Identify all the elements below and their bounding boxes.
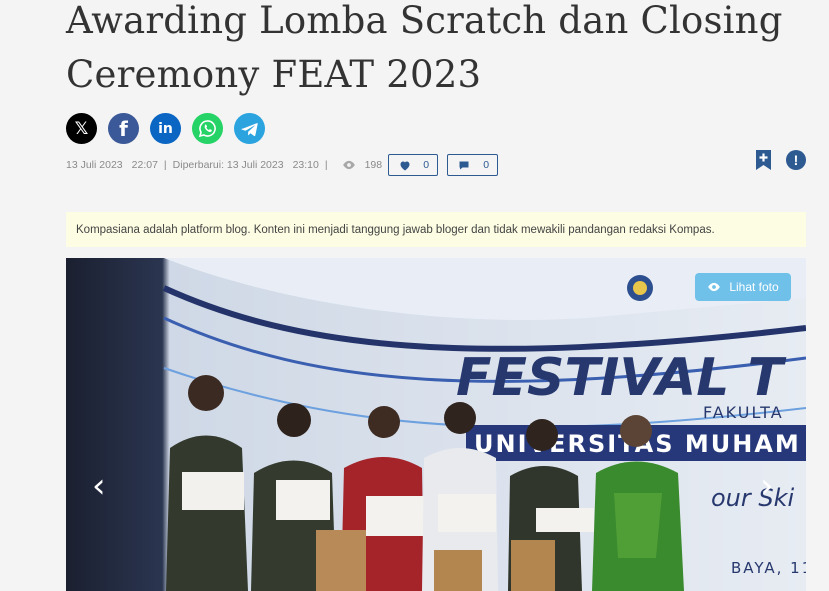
banner-tagline-text: our Ski	[711, 484, 795, 512]
article-meta: 13 Juli 2023 22:07 | Diperbarui: 13 Juli…	[66, 154, 499, 176]
linkedin-icon: in	[158, 120, 173, 137]
disclaimer-banner: Kompasiana adalah platform blog. Konten …	[66, 212, 806, 247]
share-linkedin-button[interactable]: in	[150, 113, 181, 144]
views-icon	[342, 160, 356, 170]
share-bar: 𝕏 f in	[66, 113, 265, 144]
article-title: Awarding Lomba Scratch dan Closing Cerem…	[66, 0, 783, 96]
share-facebook-button[interactable]: f	[108, 113, 139, 144]
heart-icon	[400, 161, 410, 170]
x-icon: 𝕏	[74, 118, 89, 139]
banner-city-text: BAYA, 11	[731, 559, 806, 577]
prev-photo-arrow[interactable]: ‹	[92, 466, 106, 506]
bookmark-add-icon	[756, 150, 771, 170]
share-telegram-button[interactable]	[234, 113, 265, 144]
telegram-icon	[240, 122, 258, 136]
view-photo-button[interactable]: Lihat foto	[695, 273, 791, 301]
event-photo-image: FESTIVAL T FAKULTA UNIVERSITAS MUHAM our…	[66, 258, 806, 591]
like-button[interactable]: 0	[388, 154, 439, 176]
comment-count: 0	[483, 159, 490, 171]
alert-icon: !	[793, 152, 799, 168]
whatsapp-icon	[198, 120, 216, 138]
facebook-icon: f	[119, 116, 128, 141]
eye-icon	[708, 282, 721, 292]
published-time: 22:07	[131, 159, 158, 171]
published-date: 13 Juli 2023	[66, 159, 123, 171]
next-photo-arrow[interactable]: ›	[760, 466, 774, 506]
updated-date: Diperbarui: 13 Juli 2023	[172, 159, 284, 171]
banner-title-text: FESTIVAL T	[456, 348, 787, 408]
comment-icon	[459, 161, 469, 169]
comment-button[interactable]: 0	[447, 154, 499, 176]
view-photo-label: Lihat foto	[729, 280, 779, 294]
share-whatsapp-button[interactable]	[192, 113, 223, 144]
meta-divider: |	[163, 159, 167, 171]
banner-faculty-text: FAKULTA	[703, 403, 784, 422]
like-count: 0	[423, 159, 430, 171]
updated-time: 23:10	[292, 159, 319, 171]
views-count: 198	[364, 159, 383, 171]
share-x-button[interactable]: 𝕏	[66, 113, 97, 144]
meta-divider: |	[324, 159, 328, 171]
report-button[interactable]: !	[786, 150, 806, 170]
bookmark-button[interactable]	[756, 150, 771, 175]
article-photo[interactable]: FESTIVAL T FAKULTA UNIVERSITAS MUHAM our…	[66, 258, 806, 591]
